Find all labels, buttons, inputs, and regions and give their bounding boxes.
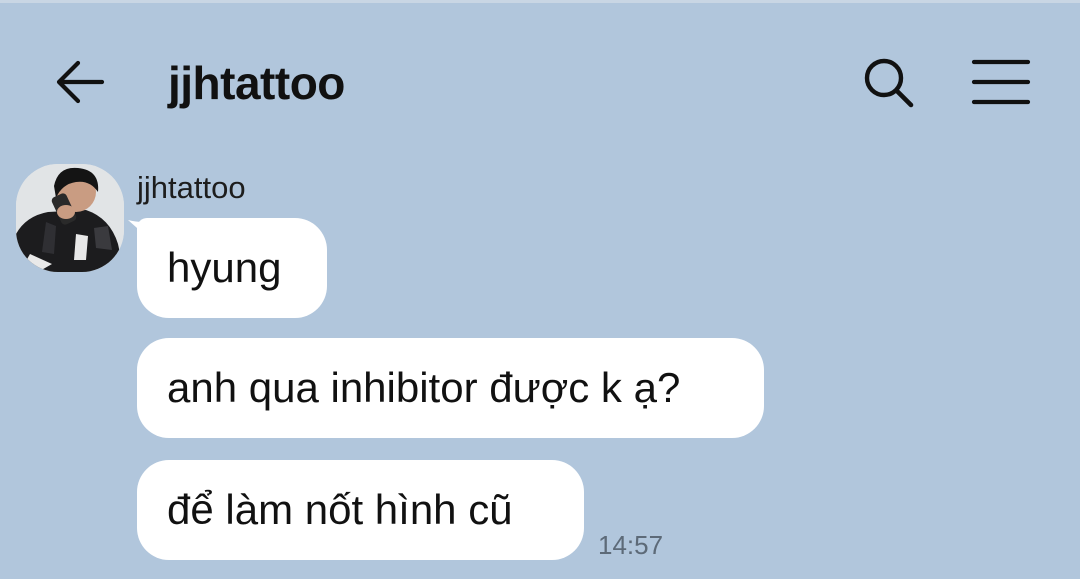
- arrow-left-icon: [56, 60, 105, 104]
- chat-header: jjhtattoo: [0, 0, 1080, 160]
- sender-avatar[interactable]: [16, 164, 124, 272]
- message-bubble[interactable]: để làm nốt hình cũ: [137, 460, 584, 560]
- back-button[interactable]: [50, 50, 114, 114]
- menu-button[interactable]: [968, 52, 1034, 112]
- message-bubble[interactable]: anh qua inhibitor được k ạ?: [137, 338, 764, 438]
- search-button[interactable]: [856, 50, 920, 114]
- message-timestamp: 14:57: [598, 530, 664, 560]
- chat-title: jjhtattoo: [168, 57, 345, 109]
- search-icon: [864, 58, 914, 108]
- message-bubble[interactable]: hyung: [137, 218, 327, 318]
- hamburger-menu-icon: [971, 59, 1031, 105]
- sender-name: jjhtattoo: [137, 170, 246, 205]
- profile-photo: [16, 164, 124, 272]
